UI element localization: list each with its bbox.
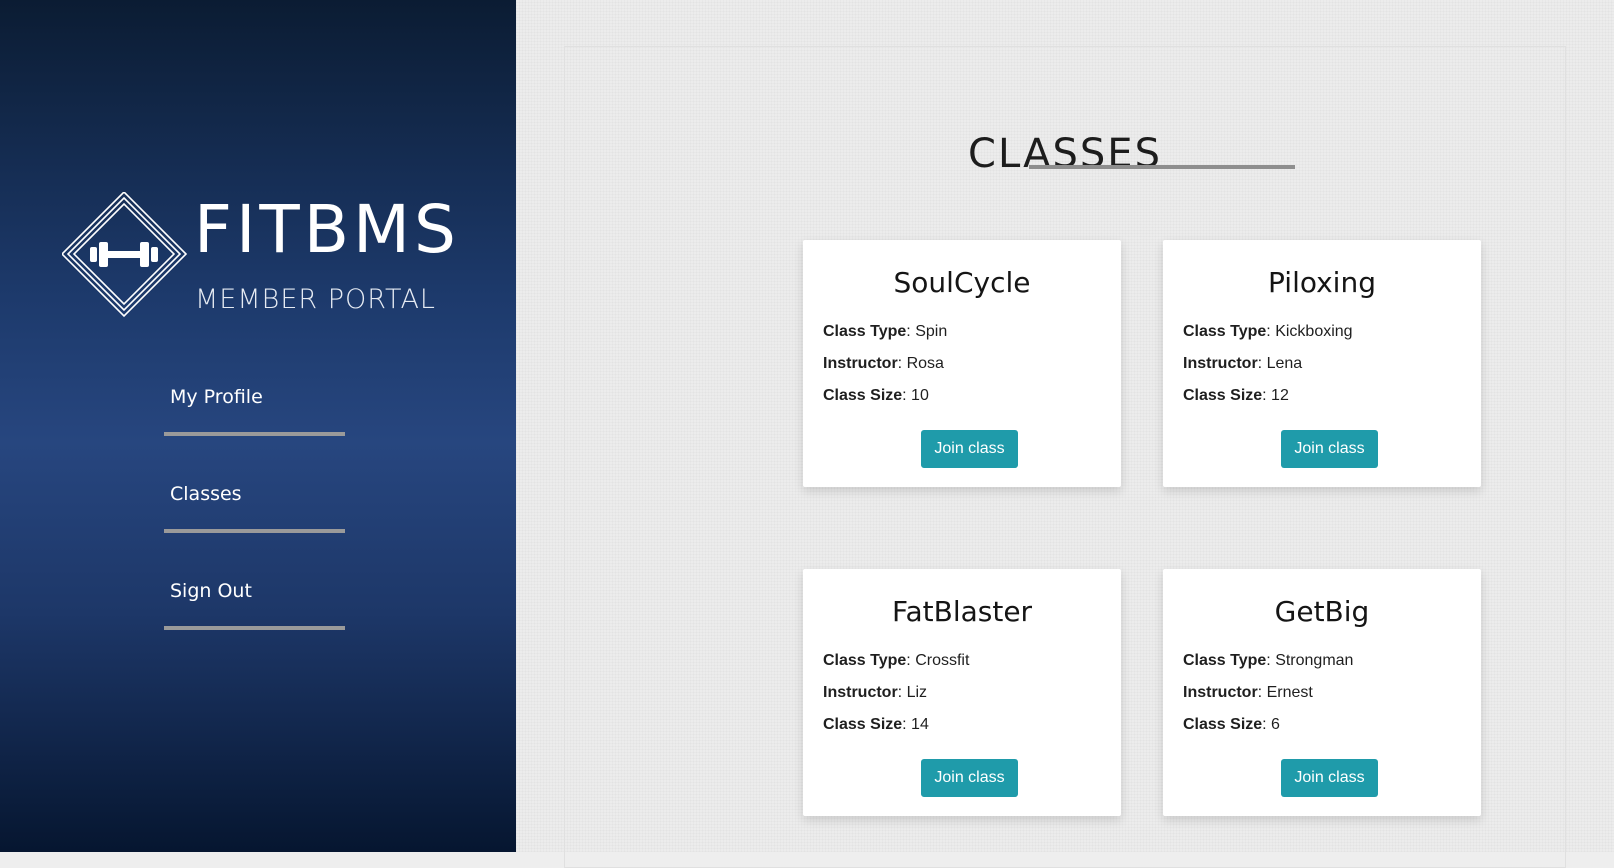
class-type-value: : Spin <box>906 323 948 340</box>
join-class-button[interactable]: Join class <box>921 759 1018 797</box>
join-class-button[interactable]: Join class <box>1281 759 1378 797</box>
brand-logo[interactable]: FITBMS MEMBER PORTAL <box>62 192 462 327</box>
class-name: SoulCycle <box>893 266 1031 299</box>
nav-my-profile[interactable]: My Profile <box>164 380 345 477</box>
instructor-value: : Lena <box>1257 355 1303 372</box>
instructor-row: Instructor: Liz <box>823 684 927 702</box>
class-size-value: : 6 <box>1262 716 1280 733</box>
nav-underline <box>164 432 345 436</box>
nav-sign-out[interactable]: Sign Out <box>164 574 345 671</box>
class-size-value: : 10 <box>902 387 929 404</box>
sidebar: FITBMS MEMBER PORTAL My Profile Classes … <box>0 0 516 852</box>
instructor-row: Instructor: Rosa <box>823 355 944 373</box>
instructor-row: Instructor: Lena <box>1183 355 1302 373</box>
class-size-label: Class Size <box>823 716 903 733</box>
class-type-label: Class Type <box>823 323 907 340</box>
class-name: Piloxing <box>1268 266 1376 299</box>
instructor-value: : Liz <box>897 684 928 701</box>
class-type-value: : Crossfit <box>906 652 970 669</box>
class-type-value: : Kickboxing <box>1266 323 1353 340</box>
title-underline <box>1029 165 1295 169</box>
brand-title: FITBMS <box>194 191 460 268</box>
class-size-row: Class Size: 14 <box>823 716 929 734</box>
class-size-value: : 14 <box>902 716 929 733</box>
nav-underline <box>164 626 345 630</box>
class-size-value: : 12 <box>1262 387 1289 404</box>
nav-classes-label: Classes <box>170 483 242 505</box>
nav-sign-out-label: Sign Out <box>170 580 252 602</box>
instructor-label: Instructor <box>823 355 898 372</box>
nav-classes[interactable]: Classes <box>164 477 345 574</box>
nav-my-profile-label: My Profile <box>170 386 263 408</box>
instructor-label: Instructor <box>1183 355 1258 372</box>
class-size-label: Class Size <box>1183 716 1263 733</box>
instructor-value: : Ernest <box>1257 684 1313 701</box>
brand-subtitle: MEMBER PORTAL <box>195 284 436 315</box>
class-name: FatBlaster <box>891 595 1033 628</box>
class-size-row: Class Size: 12 <box>1183 387 1289 405</box>
sidebar-nav: My Profile Classes Sign Out <box>164 380 345 671</box>
class-type-row: Class Type: Strongman <box>1183 652 1353 670</box>
instructor-label: Instructor <box>1183 684 1258 701</box>
class-type-row: Class Type: Spin <box>823 323 947 341</box>
class-name: GetBig <box>1274 595 1370 628</box>
class-size-label: Class Size <box>823 387 903 404</box>
instructor-value: : Rosa <box>897 355 944 372</box>
class-card: FatBlaster Class Type: Crossfit Instruct… <box>803 569 1121 816</box>
class-size-row: Class Size: 10 <box>823 387 929 405</box>
class-type-label: Class Type <box>823 652 907 669</box>
class-type-row: Class Type: Kickboxing <box>1183 323 1353 341</box>
class-type-value: : Strongman <box>1266 652 1354 669</box>
class-size-row: Class Size: 6 <box>1183 716 1280 734</box>
nav-underline <box>164 529 345 533</box>
join-class-button[interactable]: Join class <box>921 430 1018 468</box>
instructor-row: Instructor: Ernest <box>1183 684 1313 702</box>
classes-panel: CLASSES SoulCycle Class Type: Spin Instr… <box>564 46 1566 868</box>
class-type-row: Class Type: Crossfit <box>823 652 969 670</box>
class-type-label: Class Type <box>1183 323 1267 340</box>
main-content: CLASSES SoulCycle Class Type: Spin Instr… <box>516 0 1614 868</box>
instructor-label: Instructor <box>823 684 898 701</box>
class-size-label: Class Size <box>1183 387 1263 404</box>
class-type-label: Class Type <box>1183 652 1267 669</box>
class-card: SoulCycle Class Type: Spin Instructor: R… <box>803 240 1121 487</box>
class-card: GetBig Class Type: Strongman Instructor:… <box>1163 569 1481 816</box>
join-class-button[interactable]: Join class <box>1281 430 1378 468</box>
page-title: CLASSES <box>968 131 1162 177</box>
dumbbell-diamond-icon <box>62 192 188 318</box>
class-card: Piloxing Class Type: Kickboxing Instruct… <box>1163 240 1481 487</box>
